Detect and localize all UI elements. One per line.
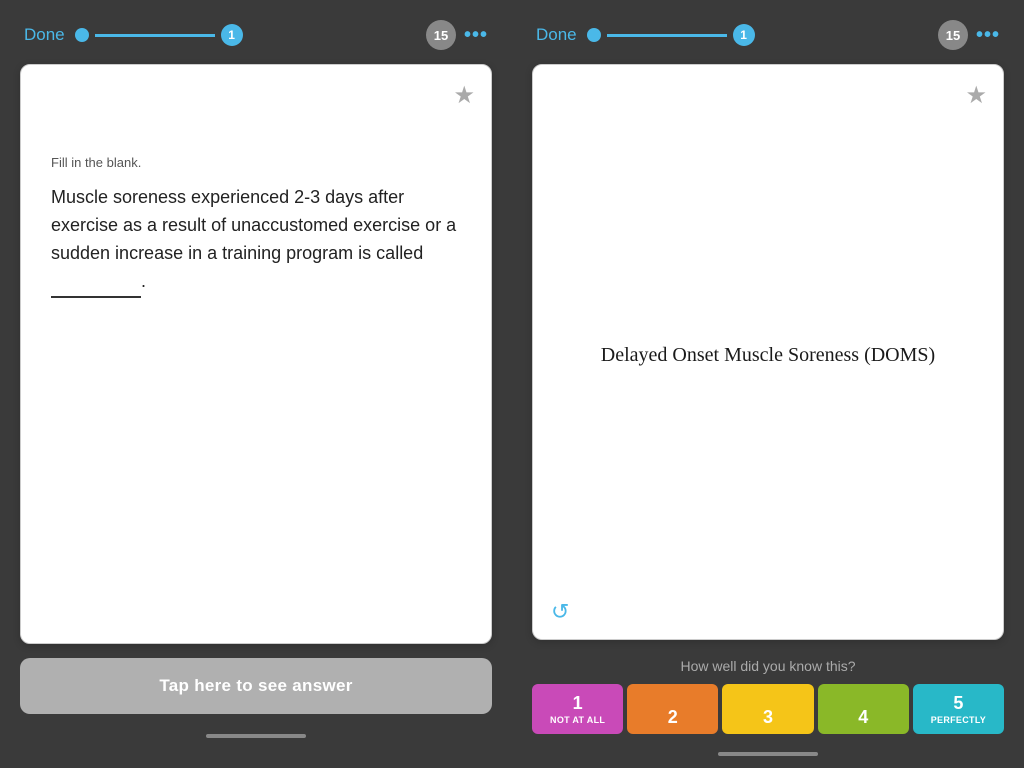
right-count-badge: 15 [938, 20, 968, 50]
right-top-bar: Done 1 15 ••• [532, 20, 1004, 50]
left-star-icon[interactable]: ★ [453, 81, 475, 110]
rating-button-4[interactable]: 4 [818, 684, 909, 734]
left-bottom-indicator [206, 734, 306, 738]
rating-section: How well did you know this? 1 NOT AT ALL… [532, 658, 1004, 752]
left-top-bar: Done 1 15 ••• [20, 20, 492, 50]
left-count-badge: 15 [426, 20, 456, 50]
fill-blank [51, 268, 141, 298]
left-panel: Done 1 15 ••• ★ Fill in the blank. Muscl… [0, 0, 512, 768]
right-progress-area: 1 [587, 24, 938, 46]
rating-buttons: 1 NOT AT ALL 2 3 4 5 PERFECTLY [532, 684, 1004, 734]
right-panel: Done 1 15 ••• ★ Delayed Onset Muscle Sor… [512, 0, 1024, 768]
rating-label: How well did you know this? [532, 658, 1004, 674]
rating-button-1[interactable]: 1 NOT AT ALL [532, 684, 623, 734]
fill-in-label: Fill in the blank. [51, 155, 461, 170]
rating-sub-1: NOT AT ALL [550, 715, 605, 726]
left-done-button[interactable]: Done [24, 25, 65, 45]
tap-to-see-answer-button[interactable]: Tap here to see answer [20, 658, 492, 714]
card-question-text: Muscle soreness experienced 2-3 days aft… [51, 184, 461, 298]
left-progress-step: 1 [221, 24, 243, 46]
rating-button-2[interactable]: 2 [627, 684, 718, 734]
right-flashcard[interactable]: ★ Delayed Onset Muscle Soreness (DOMS) ↺ [532, 64, 1004, 640]
left-more-button[interactable]: ••• [464, 24, 488, 47]
rating-num-1: 1 [573, 694, 583, 712]
rating-num-5: 5 [953, 694, 963, 712]
right-more-button[interactable]: ••• [976, 24, 1000, 47]
flip-icon[interactable]: ↺ [551, 599, 569, 625]
left-flashcard[interactable]: ★ Fill in the blank. Muscle soreness exp… [20, 64, 492, 644]
rating-button-5[interactable]: 5 PERFECTLY [913, 684, 1004, 734]
left-progress-line [95, 34, 215, 37]
rating-num-3: 3 [763, 708, 773, 726]
rating-sub-5: PERFECTLY [931, 715, 986, 726]
app-container: Done 1 15 ••• ★ Fill in the blank. Muscl… [0, 0, 1024, 768]
card-answer-text: Delayed Onset Muscle Soreness (DOMS) [601, 340, 935, 370]
left-progress-area: 1 [75, 24, 426, 46]
rating-num-2: 2 [668, 708, 678, 726]
right-star-icon[interactable]: ★ [965, 81, 987, 110]
rating-button-3[interactable]: 3 [722, 684, 813, 734]
right-progress-dot [587, 28, 601, 42]
left-progress-dot [75, 28, 89, 42]
right-done-button[interactable]: Done [536, 25, 577, 45]
right-progress-line [607, 34, 727, 37]
rating-num-4: 4 [858, 708, 868, 726]
right-bottom-indicator [718, 752, 818, 756]
right-progress-step: 1 [733, 24, 755, 46]
